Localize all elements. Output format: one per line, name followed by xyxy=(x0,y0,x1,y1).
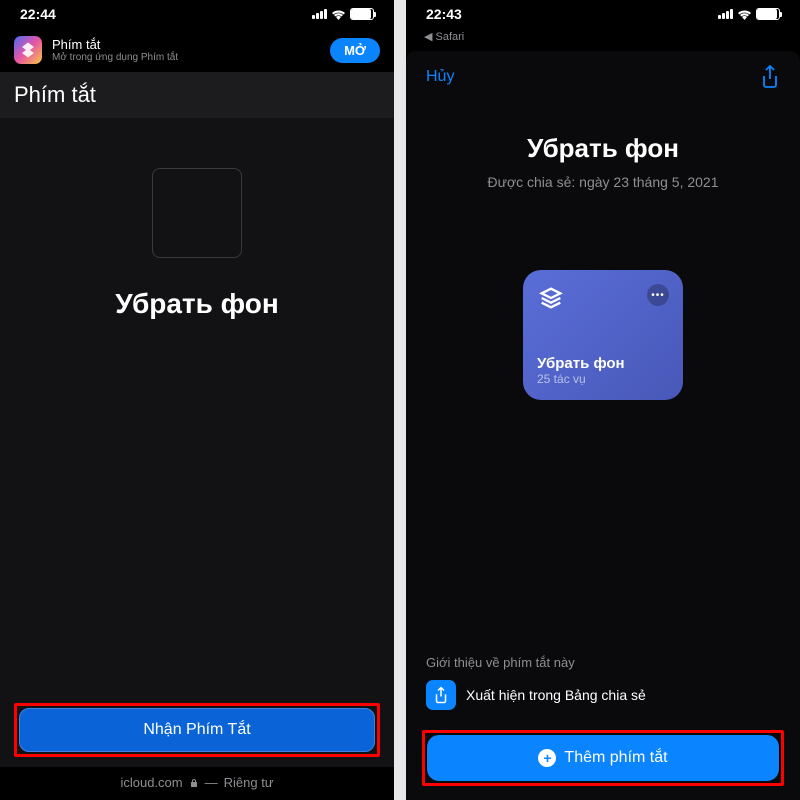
status-time: 22:44 xyxy=(20,6,56,22)
plus-icon: + xyxy=(538,749,556,767)
highlight-annotation: Nhận Phím Tắt xyxy=(14,703,380,757)
card-subtitle: 25 tác vụ xyxy=(537,372,669,386)
banner-text: Phím tắt Mở trong ứng dụng Phím tắt xyxy=(52,37,320,63)
open-button[interactable]: MỞ xyxy=(330,38,380,63)
main-content: Убрать фон xyxy=(0,118,394,689)
card-title: Убрать фон xyxy=(537,355,669,372)
bottom-action-area: Nhận Phím Tắt xyxy=(0,689,394,767)
banner-subtitle: Mở trong ứng dụng Phím tắt xyxy=(52,52,320,63)
highlight-annotation: + Thêm phím tắt xyxy=(422,730,784,786)
info-section: Giới thiệu về phím tắt này Xuất hiện tro… xyxy=(406,655,800,720)
back-to-safari[interactable]: ◀ Safari xyxy=(406,28,800,45)
battery-icon xyxy=(350,8,374,20)
signal-icon xyxy=(312,9,327,19)
status-icons xyxy=(718,8,780,20)
app-banner: Phím tắt Mở trong ứng dụng Phím tắt MỞ xyxy=(0,28,394,72)
status-icons xyxy=(312,8,374,20)
modal-sheet: Hủy Убрать фон Được chia sẻ: ngày 23 thá… xyxy=(406,51,800,800)
phone-left: 22:44 Phím tắt Mở trong ứng dụng Phím tắ… xyxy=(0,0,394,800)
get-shortcut-button[interactable]: Nhận Phím Tắt xyxy=(19,708,375,752)
shortcut-card[interactable]: ••• Убрать фон 25 tác vụ xyxy=(523,270,683,400)
share-icon[interactable] xyxy=(760,65,780,89)
bottom-action-area: + Thêm phím tắt xyxy=(406,720,800,800)
status-time: 22:43 xyxy=(426,6,462,22)
lock-icon xyxy=(189,778,199,788)
signal-icon xyxy=(718,9,733,19)
shortcuts-app-icon xyxy=(14,36,42,64)
url-separator: — xyxy=(205,775,218,790)
url-domain: icloud.com xyxy=(120,775,182,790)
url-bar[interactable]: icloud.com — Riêng tư xyxy=(0,767,394,800)
modal-subtitle: Được chia sẻ: ngày 23 tháng 5, 2021 xyxy=(487,174,718,190)
page-title: Phím tắt xyxy=(0,72,394,118)
stack-icon xyxy=(537,284,565,312)
modal-header: Hủy xyxy=(406,51,800,103)
share-sheet-icon xyxy=(426,680,456,710)
info-row-share-sheet: Xuất hiện trong Bảng chia sẻ xyxy=(426,680,780,710)
status-bar: 22:44 xyxy=(0,0,394,28)
banner-title: Phím tắt xyxy=(52,37,320,52)
wifi-icon xyxy=(737,9,752,20)
info-row-text: Xuất hiện trong Bảng chia sẻ xyxy=(466,687,646,703)
card-menu-icon[interactable]: ••• xyxy=(647,284,669,306)
shortcut-placeholder-icon xyxy=(152,168,242,258)
battery-icon xyxy=(756,8,780,20)
modal-title: Убрать фон xyxy=(527,133,679,164)
info-heading: Giới thiệu về phím tắt này xyxy=(426,655,780,670)
url-privacy: Riêng tư xyxy=(224,775,274,790)
shortcut-title: Убрать фон xyxy=(115,288,279,320)
add-shortcut-button[interactable]: + Thêm phím tắt xyxy=(427,735,779,781)
wifi-icon xyxy=(331,9,346,20)
modal-main: Убрать фон Được chia sẻ: ngày 23 tháng 5… xyxy=(406,103,800,655)
status-bar: 22:43 xyxy=(406,0,800,28)
cancel-button[interactable]: Hủy xyxy=(426,68,454,86)
phone-right: 22:43 ◀ Safari Hủy Убрать фон Được chia … xyxy=(406,0,800,800)
